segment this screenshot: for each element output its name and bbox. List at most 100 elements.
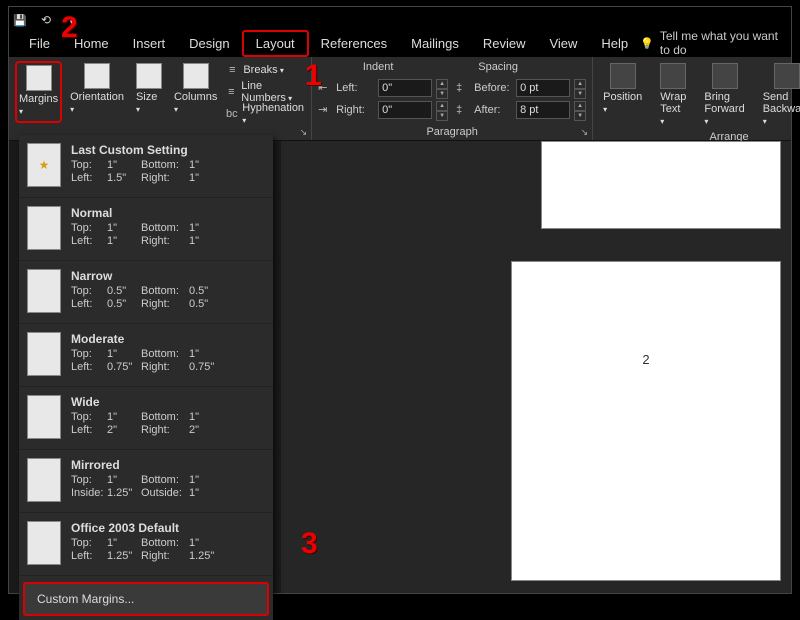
group-arrange: Position Wrap Text Bring Forward Send Ba… [593, 57, 800, 140]
margins-dropdown: Last Custom Setting Top:1"Bottom:1"Left:1… [19, 135, 273, 620]
tab-review[interactable]: Review [471, 32, 538, 55]
tab-mailings[interactable]: Mailings [399, 32, 471, 55]
quick-access-toolbar [9, 7, 791, 29]
position-icon [610, 63, 636, 89]
margins-option[interactable]: Mirrored Top:1"Bottom:1"Inside:1.25"Outsi… [19, 450, 273, 513]
size-label: Size [136, 91, 162, 115]
indent-left-spinner[interactable]: ▲▼ [436, 79, 448, 97]
wrap-text-button[interactable]: Wrap Text [656, 61, 690, 129]
margins-option[interactable]: Office 2003 Default Top:1"Bottom:1"Left:1… [19, 513, 273, 576]
spacing-before-spinner[interactable]: ▲▼ [574, 79, 586, 97]
paragraph-dialog-launcher-icon[interactable]: ↘ [581, 127, 589, 138]
tab-view[interactable]: View [537, 32, 589, 55]
tell-me-search[interactable]: Tell me what you want to do [640, 29, 783, 57]
margin-option-values: Top:1"Bottom:1"Left:1.5"Right:1" [71, 159, 265, 184]
indent-right-spinner[interactable]: ▲▼ [436, 101, 448, 119]
spacing-header: Spacing [438, 61, 558, 73]
margin-option-values: Top:1"Bottom:1"Left:1.25"Right:1.25" [71, 537, 265, 562]
columns-button[interactable]: Columns [170, 61, 221, 123]
indent-left-field[interactable]: ⇤ Left: ▲▼ [318, 77, 448, 99]
tab-insert[interactable]: Insert [121, 32, 178, 55]
margins-option[interactable]: Narrow Top:0.5"Bottom:0.5"Left:0.5"Right:… [19, 261, 273, 324]
margins-option[interactable]: Normal Top:1"Bottom:1"Left:1"Right:1" [19, 198, 273, 261]
send-backward-button[interactable]: Send Backward [759, 61, 800, 129]
tab-file[interactable]: File [17, 32, 62, 55]
margin-option-values: Top:1"Bottom:1"Left:2"Right:2" [71, 411, 265, 436]
margin-thumbnail-icon [27, 206, 61, 250]
ribbon-tabs: File Home Insert Design Layout Reference… [9, 29, 791, 57]
spacing-before-icon: ‡ [456, 82, 470, 94]
annotation-2: 2 [61, 11, 78, 45]
tell-me-label: Tell me what you want to do [660, 29, 783, 57]
margin-thumbnail-icon [27, 269, 61, 313]
group-paragraph: Indent Spacing ⇤ Left: ▲▼ ⇥ Right: ▲▼ [312, 57, 593, 140]
margin-option-values: Top:1"Bottom:1"Left:0.75"Right:0.75" [71, 348, 265, 373]
position-button[interactable]: Position [599, 61, 646, 129]
page-setup-dialog-launcher-icon[interactable]: ↘ [300, 127, 308, 138]
orientation-label: Orientation [70, 91, 124, 115]
hyphenation-button[interactable]: bcHyphenation [225, 105, 305, 123]
undo-icon[interactable] [41, 11, 55, 25]
margins-option[interactable]: Last Custom Setting Top:1"Bottom:1"Left:1… [19, 135, 273, 198]
margin-option-title: Normal [71, 206, 265, 220]
margin-thumbnail-icon [27, 332, 61, 376]
margins-label: Margins [19, 93, 58, 117]
group-page-setup: Margins Orientation Size Columns ≡Breaks… [9, 57, 312, 140]
margin-option-values: Top:1"Bottom:1"Inside:1.25"Outside:1" [71, 474, 265, 499]
tab-references[interactable]: References [309, 32, 399, 55]
margin-thumbnail-icon [27, 521, 61, 565]
save-icon[interactable] [13, 11, 27, 25]
orientation-icon [84, 63, 110, 89]
margin-option-title: Wide [71, 395, 265, 409]
annotation-3: 3 [301, 527, 318, 561]
spacing-after-field[interactable]: ‡ After: ▲▼ [456, 99, 586, 121]
margin-thumbnail-icon [27, 458, 61, 502]
size-button[interactable]: Size [132, 61, 166, 123]
page-preview-2[interactable]: 2 [511, 261, 781, 581]
spacing-before-input[interactable] [516, 79, 570, 97]
ribbon: Margins Orientation Size Columns ≡Breaks… [9, 57, 791, 141]
annotation-1: 1 [305, 59, 322, 93]
margins-icon [26, 65, 52, 91]
paragraph-group-label: Paragraph [318, 124, 586, 138]
breaks-button[interactable]: ≡Breaks [225, 61, 305, 79]
margins-option[interactable]: Wide Top:1"Bottom:1"Left:2"Right:2" [19, 387, 273, 450]
indent-right-input[interactable] [378, 101, 432, 119]
spacing-before-field[interactable]: ‡ Before: ▲▼ [456, 77, 586, 99]
send-backward-icon [774, 63, 800, 89]
custom-margins-button[interactable]: Custom Margins... [23, 582, 269, 616]
margin-option-values: Top:0.5"Bottom:0.5"Left:0.5"Right:0.5" [71, 285, 265, 310]
indent-left-input[interactable] [378, 79, 432, 97]
tab-design[interactable]: Design [177, 32, 241, 55]
indent-header: Indent [318, 61, 438, 73]
margin-option-title: Narrow [71, 269, 265, 283]
lightbulb-icon [640, 36, 654, 50]
margin-thumbnail-icon [27, 395, 61, 439]
margin-thumbnail-icon [27, 143, 61, 187]
tab-layout[interactable]: Layout [242, 30, 309, 57]
bring-forward-button[interactable]: Bring Forward [700, 61, 748, 129]
tab-help[interactable]: Help [589, 32, 640, 55]
margin-option-title: Moderate [71, 332, 265, 346]
indent-right-icon: ⇥ [318, 103, 332, 116]
page-preview-1[interactable] [541, 141, 781, 229]
margin-option-values: Top:1"Bottom:1"Left:1"Right:1" [71, 222, 265, 247]
margins-button[interactable]: Margins [15, 61, 62, 123]
spacing-after-input[interactable] [516, 101, 570, 119]
wrap-text-icon [660, 63, 686, 89]
bring-forward-icon [712, 63, 738, 89]
columns-icon [183, 63, 209, 89]
indent-right-field[interactable]: ⇥ Right: ▲▼ [318, 99, 448, 121]
margins-option[interactable]: Moderate Top:1"Bottom:1"Left:0.75"Right:0… [19, 324, 273, 387]
orientation-button[interactable]: Orientation [66, 61, 128, 123]
spacing-after-icon: ‡ [456, 104, 470, 116]
line-numbers-button[interactable]: ≡Line Numbers [225, 83, 305, 101]
margin-option-title: Mirrored [71, 458, 265, 472]
size-icon [136, 63, 162, 89]
document-canvas[interactable]: 2 [281, 141, 791, 593]
spacing-after-spinner[interactable]: ▲▼ [574, 101, 586, 119]
margin-option-title: Office 2003 Default [71, 521, 265, 535]
margin-option-title: Last Custom Setting [71, 143, 265, 157]
columns-label: Columns [174, 91, 217, 115]
page-number: 2 [642, 352, 649, 367]
